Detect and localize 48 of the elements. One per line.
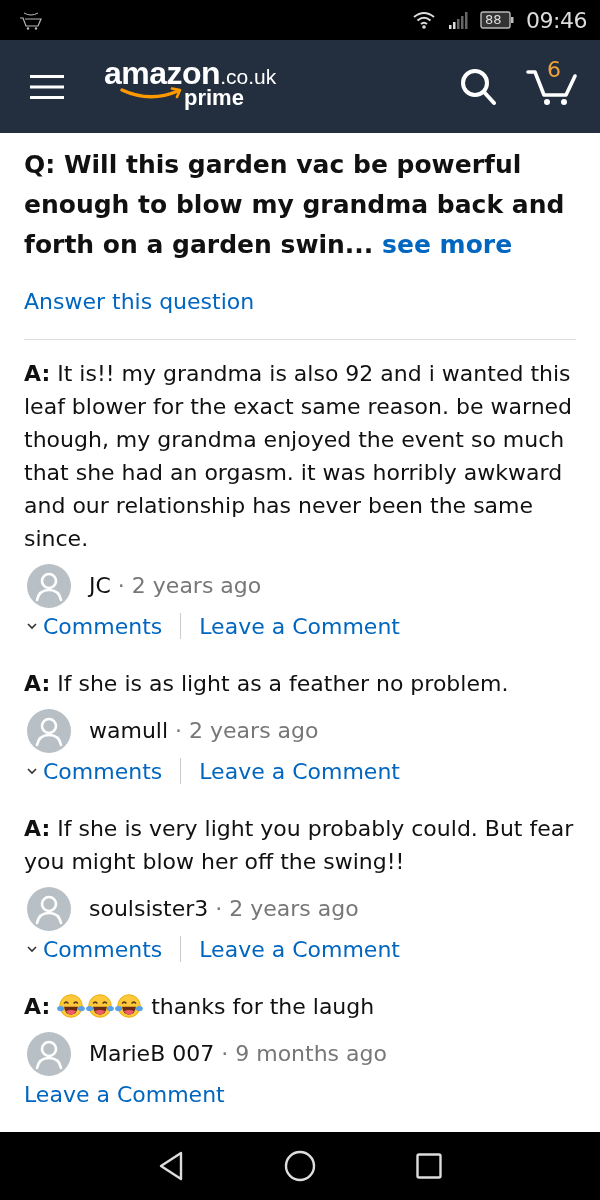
answer-age: · 2 years ago (117, 572, 262, 600)
comments-link[interactable]: Comments (43, 757, 163, 785)
answer-text: A: It is!! my grandma is also 92 and i wanted this leaf blower for the exact same reason. be warned though, my grandma enjoyed the event so much that she had an orgasm. it was horribly awkward and our relationship has never been the same since. (24, 360, 574, 553)
author-name: JC (89, 572, 111, 600)
battery-icon (480, 11, 515, 29)
leave-comment-link[interactable]: Leave a Comment (199, 935, 400, 963)
logo-wordmark[interactable]: amazon (104, 56, 221, 89)
answer-age: · 9 months ago (221, 1040, 387, 1068)
battery-percentage: 88 (485, 12, 502, 28)
answer-text: A: thanks for the laugh (24, 992, 376, 1021)
laughing-face-icon (57, 993, 86, 1019)
leave-comment-link[interactable]: Leave a Comment (199, 757, 400, 785)
leave-comment-link[interactable]: Leave a Comment (199, 612, 400, 640)
clock-time: 09:46 (526, 7, 587, 33)
back-icon[interactable] (158, 1151, 184, 1181)
signal-icon (448, 11, 469, 29)
chevron-down-icon[interactable] (27, 767, 37, 775)
logo-domain: .co.uk (220, 66, 277, 87)
wifi-icon (412, 10, 437, 30)
user-avatar-icon (27, 709, 71, 753)
question-text: Q: Will this garden vac be powerful enough to blow my grandma back and forth on a garden swin... see more (24, 149, 566, 261)
answer-question-link[interactable]: Answer this question (24, 286, 255, 318)
user-avatar-icon (27, 564, 71, 608)
answer-age: · 2 years ago (215, 895, 359, 923)
cart-count: 6 (547, 57, 561, 82)
shopping-cart-icon (18, 9, 44, 31)
author-name: MarieB 007 (89, 1040, 215, 1068)
author-name: wamull (89, 717, 169, 745)
logo-prime-text: prime (184, 86, 244, 109)
menu-icon[interactable] (30, 74, 64, 99)
comments-link[interactable]: Comments (43, 612, 163, 640)
user-avatar-icon (27, 887, 71, 931)
laughing-face-icon (86, 993, 115, 1019)
home-icon[interactable] (284, 1150, 316, 1182)
answer-text: A: If she is very light you probably could. But fear you might blow her off the swing!! (24, 815, 575, 876)
answer-age: · 2 years ago (175, 717, 319, 745)
see-more-link[interactable]: see more (382, 230, 513, 259)
search-icon[interactable] (460, 67, 496, 106)
chevron-down-icon[interactable] (27, 622, 37, 630)
chevron-down-icon[interactable] (27, 945, 37, 953)
answer-text: A: If she is as light as a feather no problem. (24, 670, 510, 698)
comments-link[interactable]: Comments (43, 935, 163, 963)
author-name: soulsister3 (89, 895, 209, 923)
laughing-face-icon (115, 993, 144, 1019)
smile-arrow-icon (120, 86, 184, 101)
user-avatar-icon (27, 1032, 71, 1076)
recents-icon[interactable] (416, 1153, 442, 1179)
leave-comment-link[interactable]: Leave a Comment (24, 1080, 225, 1108)
